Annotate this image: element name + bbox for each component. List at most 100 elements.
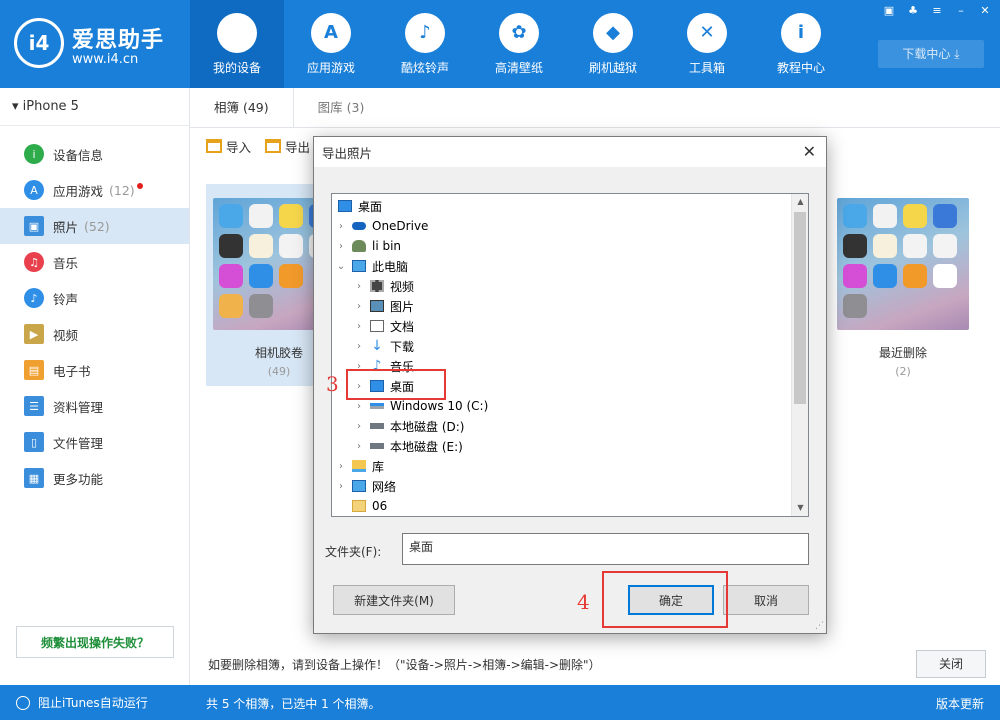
tree-item-onedrive[interactable]: › OneDrive [332, 216, 792, 236]
sidebar-item-more[interactable]: ▦ 更多功能 [0, 460, 189, 496]
nav-toolbox[interactable]: ✕ 工具箱 [660, 0, 754, 88]
info-icon: i [781, 12, 821, 53]
chevron-right-icon[interactable]: › [352, 321, 366, 332]
folder-icon [352, 500, 366, 512]
album-name: 最近删除 [878, 346, 927, 360]
download-folder-icon: ↓ [371, 338, 383, 354]
chevron-right-icon[interactable]: › [334, 461, 348, 472]
tree-item-network[interactable]: › 网络 [332, 476, 792, 496]
sidebar: ▾ iPhone 5 i 设备信息 A 应用游戏 (12) ▣ 照片 (52) … [0, 88, 190, 685]
app-tile [843, 204, 867, 228]
computer-icon [352, 260, 366, 272]
chevron-right-icon[interactable]: › [334, 481, 348, 492]
sidebar-item-music[interactable]: ♫ 音乐 [0, 244, 189, 280]
step-3-highlight-box [346, 369, 446, 400]
tab-albums[interactable]: 相簿 (49) [190, 88, 294, 127]
tree-item-videos[interactable]: › 视频 [332, 276, 792, 296]
tree-item-desktop-root[interactable]: 桌面 [332, 196, 792, 216]
tree-item-documents[interactable]: › 文档 [332, 316, 792, 336]
sidebar-item-device-info[interactable]: i 设备信息 [0, 136, 189, 172]
nav-label: 高清壁纸 [494, 60, 543, 75]
library-icon [352, 460, 366, 472]
desktop-icon [338, 200, 352, 212]
nav-wallpapers[interactable]: ✿ 高清壁纸 [472, 0, 566, 88]
new-folder-button[interactable]: 新建文件夹(M) [333, 585, 455, 615]
album-count: (2) [895, 365, 911, 378]
block-itunes-toggle[interactable]: 阻止iTunes自动运行 [0, 685, 190, 720]
chevron-right-icon[interactable]: › [352, 281, 366, 292]
chevron-right-icon[interactable]: › [334, 221, 348, 232]
nav-my-device[interactable]: 我的设备 [190, 0, 284, 88]
sidebar-item-ebooks[interactable]: ▤ 电子书 [0, 352, 189, 388]
cancel-button[interactable]: 取消 [723, 585, 809, 615]
album-thumbnail [837, 198, 969, 330]
app-tile [903, 264, 927, 288]
nav-tutorials[interactable]: i 教程中心 [754, 0, 848, 88]
close-icon[interactable]: ✕ [976, 4, 994, 18]
drive-icon [370, 403, 384, 409]
close-button[interactable]: 关闭 [916, 650, 986, 678]
sidebar-item-photos[interactable]: ▣ 照片 (52) [0, 208, 189, 244]
tree-item-folder-06[interactable]: 06 [332, 496, 792, 516]
folder-label: 文件夹(F): [325, 545, 382, 559]
scrollbar-thumb[interactable] [794, 212, 806, 404]
scroll-down-icon[interactable]: ▼ [792, 500, 809, 516]
chevron-right-icon[interactable]: › [334, 241, 348, 252]
chevron-right-icon[interactable]: › [352, 421, 366, 432]
tree-scrollbar[interactable]: ▲ ▼ [791, 194, 808, 516]
export-label: 导出 [285, 139, 311, 155]
tree-item-label: 下载 [390, 339, 415, 354]
sidebar-item-data-management[interactable]: ☰ 资料管理 [0, 388, 189, 424]
chevron-right-icon[interactable]: › [352, 401, 366, 412]
nav-label: 教程中心 [776, 60, 825, 75]
scroll-up-icon[interactable]: ▲ [792, 194, 809, 210]
tree-item-libraries[interactable]: › 库 [332, 456, 792, 476]
tree-item-label: 桌面 [358, 199, 383, 214]
sidebar-item-ringtones[interactable]: ♪ 铃声 [0, 280, 189, 316]
download-icon: ⤓ [954, 47, 960, 61]
sidebar-item-apps[interactable]: A 应用游戏 (12) [0, 172, 189, 208]
app-url: www.i4.cn [72, 52, 139, 67]
nav-flash-jailbreak[interactable]: ◆ 刷机越狱 [566, 0, 660, 88]
version-update-link[interactable]: 版本更新 [936, 695, 984, 712]
menu-icon[interactable]: ≡ [928, 4, 946, 18]
import-button[interactable]: 导入 [206, 137, 251, 156]
chevron-right-icon[interactable]: › [352, 301, 366, 312]
tree-item-label: 本地磁盘 (D:) [390, 419, 465, 434]
tab-library[interactable]: 图库 (3) [294, 88, 389, 127]
selection-status: 共 5 个相簿，已选中 1 个相簿。 [206, 697, 381, 711]
caret-down-icon: ▾ [12, 99, 23, 114]
resize-grip-icon[interactable]: ⋰ [815, 621, 824, 631]
dropbox-icon: ◆ [593, 12, 633, 53]
sidebar-item-label: 照片 [53, 219, 79, 235]
frequent-failure-help-button[interactable]: 频繁出现操作失败？ [16, 626, 174, 658]
main-nav: 我的设备 A 应用游戏 ♪ 酷炫铃声 ✿ 高清壁纸 ◆ 刷机越狱 ✕ 工具箱 i… [190, 0, 848, 88]
message-icon[interactable]: ▣ [880, 4, 898, 18]
tree-item-drive-d[interactable]: › 本地磁盘 (D:) [332, 416, 792, 436]
folder-field[interactable]: 桌面 [402, 533, 809, 565]
nav-ringtones[interactable]: ♪ 酷炫铃声 [378, 0, 472, 88]
tree-item-drive-e[interactable]: › 本地磁盘 (E:) [332, 436, 792, 456]
chevron-down-icon[interactable]: ⌄ [334, 261, 348, 272]
document-folder-icon [370, 320, 384, 332]
minimize-icon[interactable]: – [952, 4, 970, 18]
sidebar-item-count: (52) [84, 218, 110, 234]
chevron-right-icon[interactable]: › [352, 341, 366, 352]
skin-icon[interactable]: ♣ [904, 4, 922, 18]
tree-item-label: 06 [372, 499, 388, 513]
nav-apps-games[interactable]: A 应用游戏 [284, 0, 378, 88]
tree-item-downloads[interactable]: › ↓ 下载 [332, 336, 792, 356]
close-icon[interactable]: ✕ [803, 142, 816, 161]
tree-item-this-pc[interactable]: ⌄ 此电脑 [332, 256, 792, 276]
export-button[interactable]: 导出 [265, 137, 310, 156]
device-selector[interactable]: ▾ iPhone 5 [0, 88, 189, 126]
apple-icon [217, 12, 257, 53]
album-recently-deleted[interactable]: 最近删除 (2) [830, 184, 976, 386]
tree-item-user[interactable]: › li bin [332, 236, 792, 256]
tree-item-pictures[interactable]: › 图片 [332, 296, 792, 316]
chevron-right-icon[interactable]: › [352, 441, 366, 452]
download-center-button[interactable]: 下载中心 ⤓ [878, 40, 984, 68]
sidebar-item-file-management[interactable]: ▯ 文件管理 [0, 424, 189, 460]
app-tile [873, 264, 897, 288]
sidebar-item-video[interactable]: ▶ 视频 [0, 316, 189, 352]
